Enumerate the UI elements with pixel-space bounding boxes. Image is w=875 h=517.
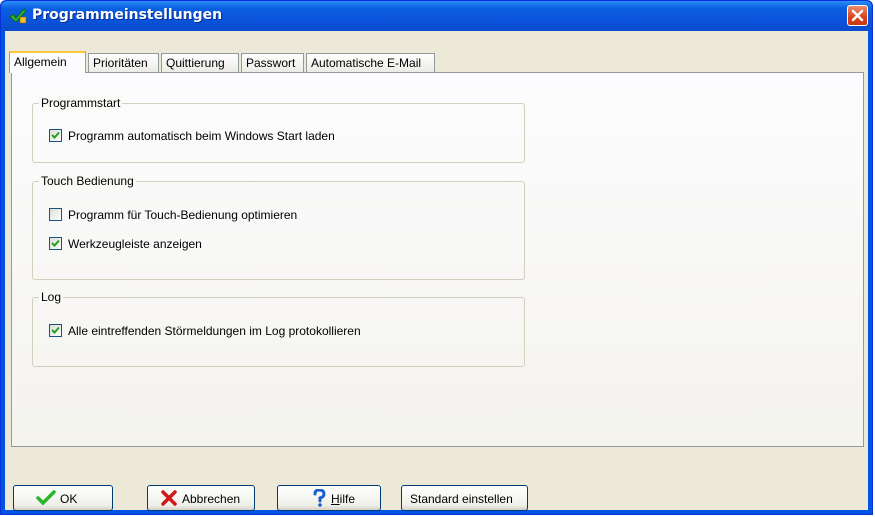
tab-label: Passwort	[246, 56, 296, 70]
checkmark-icon	[51, 239, 60, 247]
checkbox-box[interactable]	[49, 129, 62, 142]
checkbox-label: Programm für Touch-Bedienung optimieren	[68, 208, 298, 222]
tab-prioritaeten[interactable]: Prioritäten	[88, 53, 159, 72]
group-title: Programmstart	[39, 96, 123, 110]
tab-quittierung[interactable]: Quittierung	[161, 53, 239, 72]
group-touch-bedienung: Touch Bedienung Programm für Touch-Bedie…	[32, 174, 525, 280]
checkmark-icon	[51, 326, 60, 334]
tab-automatische-email[interactable]: Automatische E-Mail	[306, 53, 435, 72]
title-bar[interactable]: Programmeinstellungen	[1, 1, 872, 31]
close-button[interactable]	[847, 5, 868, 26]
help-accel: H	[331, 492, 340, 506]
help-label-rest: ilfe	[339, 492, 356, 506]
reset-defaults-label: Standard einstellen	[410, 492, 513, 506]
dialog-client: Allgemein Prioritäten Quittierung Passwo…	[5, 31, 868, 512]
group-log: Log Alle eintreffenden Störmeldungen im …	[32, 290, 525, 367]
cancel-button[interactable]: Abbrechen	[147, 485, 255, 511]
checkmark-icon	[51, 131, 60, 139]
tab-label: Allgemein	[14, 55, 67, 69]
tab-allgemein[interactable]: Allgemein	[9, 51, 86, 73]
dialog-window: Programmeinstellungen Allgemein Prioritä…	[0, 0, 873, 515]
tab-passwort[interactable]: Passwort	[241, 53, 304, 72]
checkbox-label: Alle eintreffenden Störmeldungen im Log …	[68, 324, 361, 338]
help-button[interactable]: Hilfe	[277, 485, 381, 511]
tab-label: Prioritäten	[93, 56, 148, 70]
tab-label: Quittierung	[166, 56, 225, 70]
checkbox-box[interactable]	[49, 324, 62, 337]
cancel-label: Abbrechen	[182, 492, 241, 506]
group-title: Touch Bedienung	[39, 174, 136, 188]
checkbox-label: Werkzeugleiste anzeigen	[68, 237, 202, 251]
help-label: Hilfe	[331, 492, 355, 506]
button-bar: OK Abbrechen Hilfe Standard einstellen	[5, 478, 868, 512]
red-x-icon	[161, 490, 177, 509]
group-programmstart: Programmstart Programm automatisch beim …	[32, 96, 525, 163]
reset-defaults-button[interactable]: Standard einstellen	[401, 485, 528, 511]
group-title: Log	[39, 290, 64, 304]
question-icon	[312, 488, 326, 510]
window-title: Programmeinstellungen	[32, 7, 223, 23]
tab-panel-allgemein: Programmstart Programm automatisch beim …	[11, 72, 864, 447]
checkbox-box[interactable]	[49, 237, 62, 250]
checkmark-icon	[36, 490, 56, 509]
checkbox-label: Programm automatisch beim Windows Start …	[68, 129, 335, 143]
ok-label: OK	[60, 492, 78, 506]
app-icon	[9, 8, 27, 24]
tab-label: Automatische E-Mail	[311, 56, 422, 70]
checkbox-box[interactable]	[49, 208, 62, 221]
close-icon	[851, 9, 864, 22]
ok-button[interactable]: OK	[13, 485, 113, 511]
